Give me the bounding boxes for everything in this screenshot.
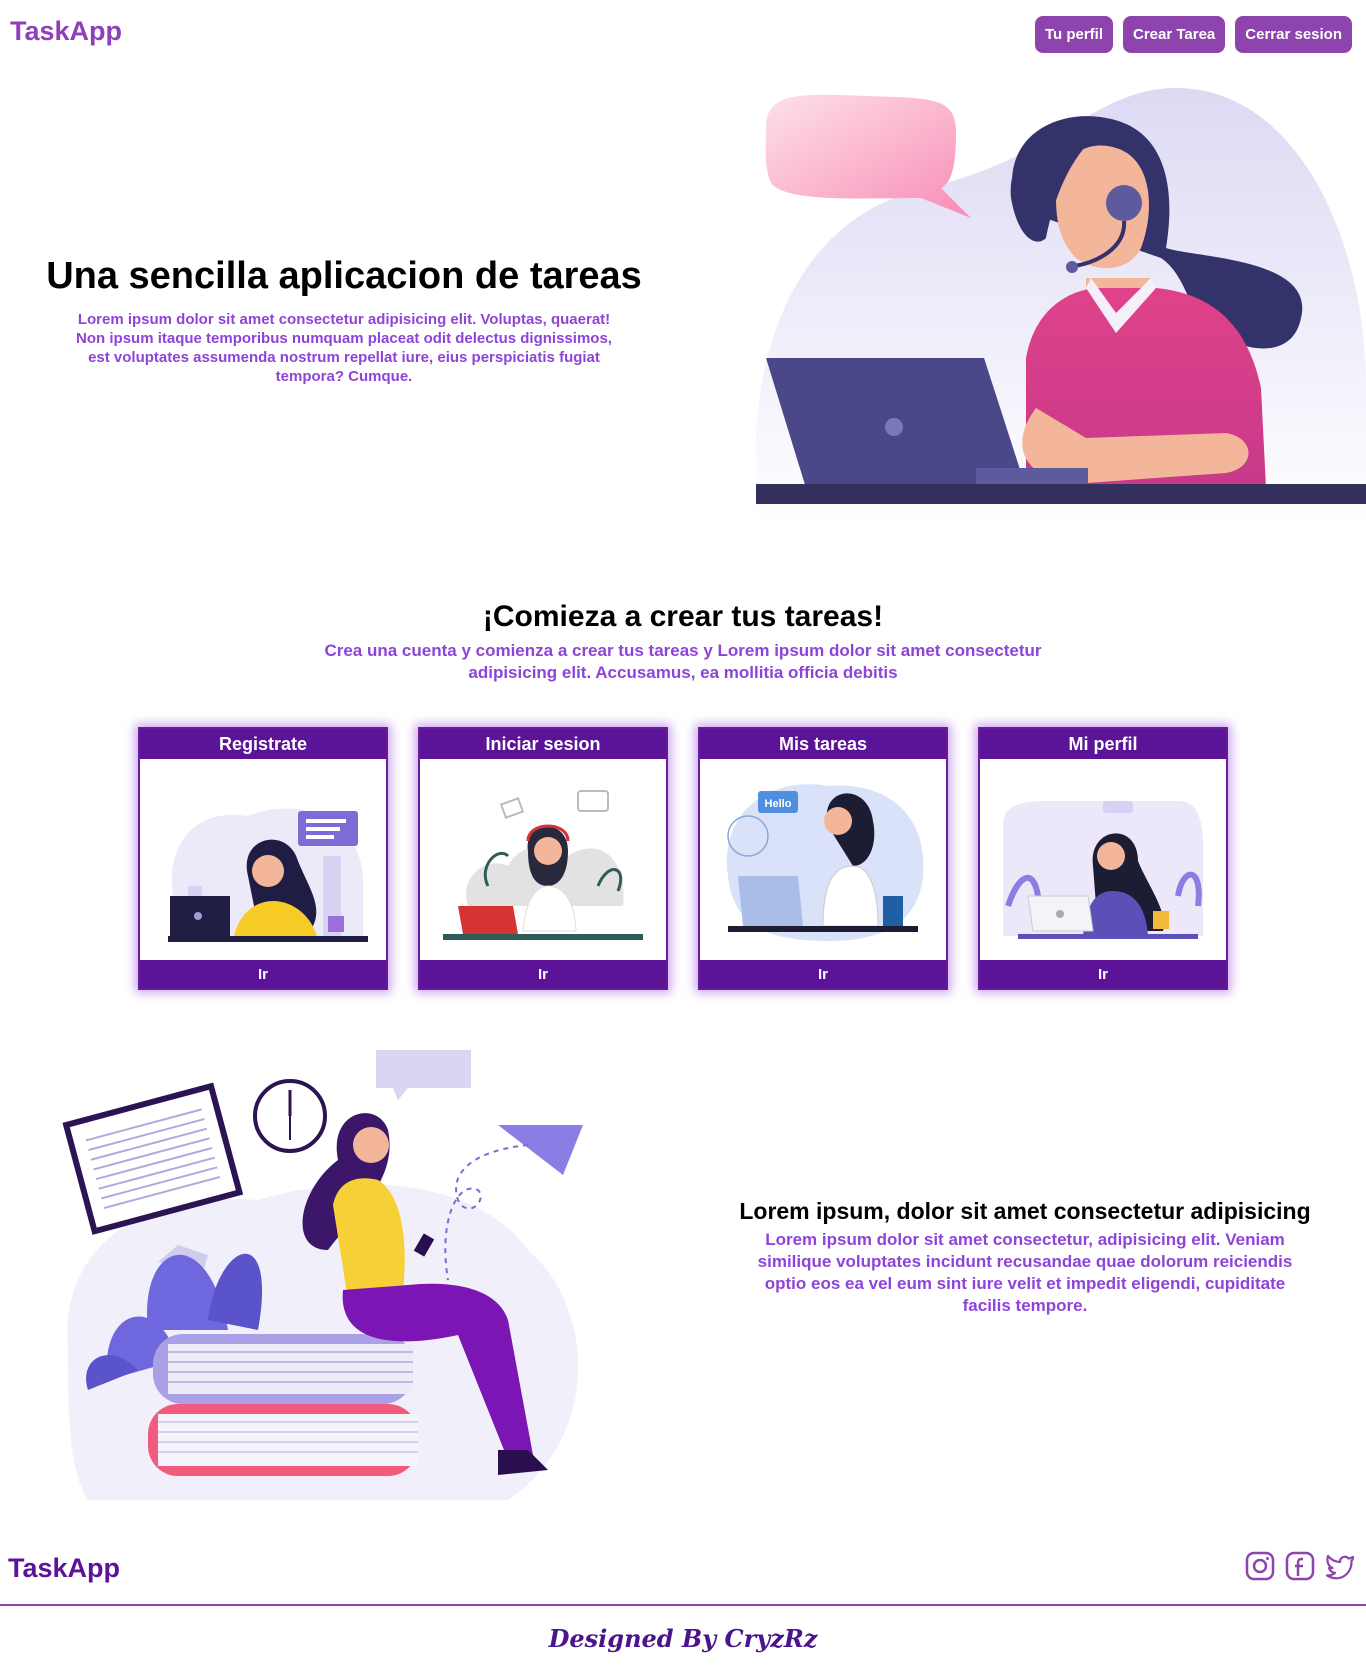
instagram-icon[interactable]: [1244, 1550, 1276, 1582]
card-title: Mis tareas: [700, 729, 946, 759]
card-title: Mi perfil: [980, 729, 1226, 759]
top-nav: Tu perfil Crear Tarea Cerrar sesion: [1034, 16, 1352, 53]
card-iniciar-sesion[interactable]: Iniciar sesion Ir: [418, 727, 668, 990]
hero-illustration: [756, 88, 1366, 528]
card-mi-perfil[interactable]: Mi perfil Ir: [978, 727, 1228, 990]
card-title: Iniciar sesion: [420, 729, 666, 759]
feature-cards: Registrate Ir Iniciar sesion Ir Mis tare…: [138, 727, 1228, 990]
hero-title: Una sencilla aplicacion de tareas: [46, 255, 642, 297]
twitter-icon[interactable]: [1324, 1550, 1356, 1582]
footer-brand[interactable]: TaskApp: [8, 1553, 120, 1584]
info-section: Lorem ipsum, dolor sit amet consectetur …: [735, 1198, 1315, 1317]
card-illustration: [420, 759, 666, 962]
social-links: [1244, 1550, 1356, 1582]
brand-logo[interactable]: TaskApp: [10, 16, 122, 47]
card-mis-tareas[interactable]: Mis tareas Hello Ir: [698, 727, 948, 990]
section-title: ¡Comieza a crear tus tareas!: [482, 600, 884, 633]
card-illustration: [980, 759, 1226, 962]
logout-button[interactable]: Cerrar sesion: [1235, 16, 1352, 53]
info-description: Lorem ipsum dolor sit amet consectetur, …: [757, 1230, 1293, 1315]
info-title: Lorem ipsum, dolor sit amet consectetur …: [739, 1198, 1311, 1224]
card-title: Registrate: [140, 729, 386, 759]
hero-text: Una sencilla aplicacion de tareas Lorem …: [34, 255, 654, 386]
card-go-button[interactable]: Ir: [980, 960, 1226, 988]
card-go-button[interactable]: Ir: [140, 960, 386, 988]
card-go-button[interactable]: Ir: [420, 960, 666, 988]
reading-illustration: [62, 1050, 583, 1500]
facebook-icon[interactable]: [1284, 1550, 1316, 1582]
card-illustration: [140, 759, 386, 962]
get-started-section: ¡Comieza a crear tus tareas! Crea una cu…: [0, 600, 1366, 684]
footer-divider: [0, 1604, 1366, 1606]
hero-description: Lorem ipsum dolor sit amet consectetur a…: [76, 311, 612, 385]
chat-bubble-text: Hello: [765, 798, 792, 810]
card-registrate[interactable]: Registrate Ir: [138, 727, 388, 990]
profile-button[interactable]: Tu perfil: [1034, 16, 1113, 53]
site-header: TaskApp Tu perfil Crear Tarea Cerrar ses…: [0, 0, 1366, 72]
create-task-button[interactable]: Crear Tarea: [1123, 16, 1226, 53]
card-go-button[interactable]: Ir: [700, 960, 946, 988]
footer-credits: Designed By CryzRz: [548, 1624, 818, 1653]
section-description: Crea una cuenta y comienza a crear tus t…: [324, 641, 1042, 682]
card-illustration: Hello: [700, 759, 946, 962]
